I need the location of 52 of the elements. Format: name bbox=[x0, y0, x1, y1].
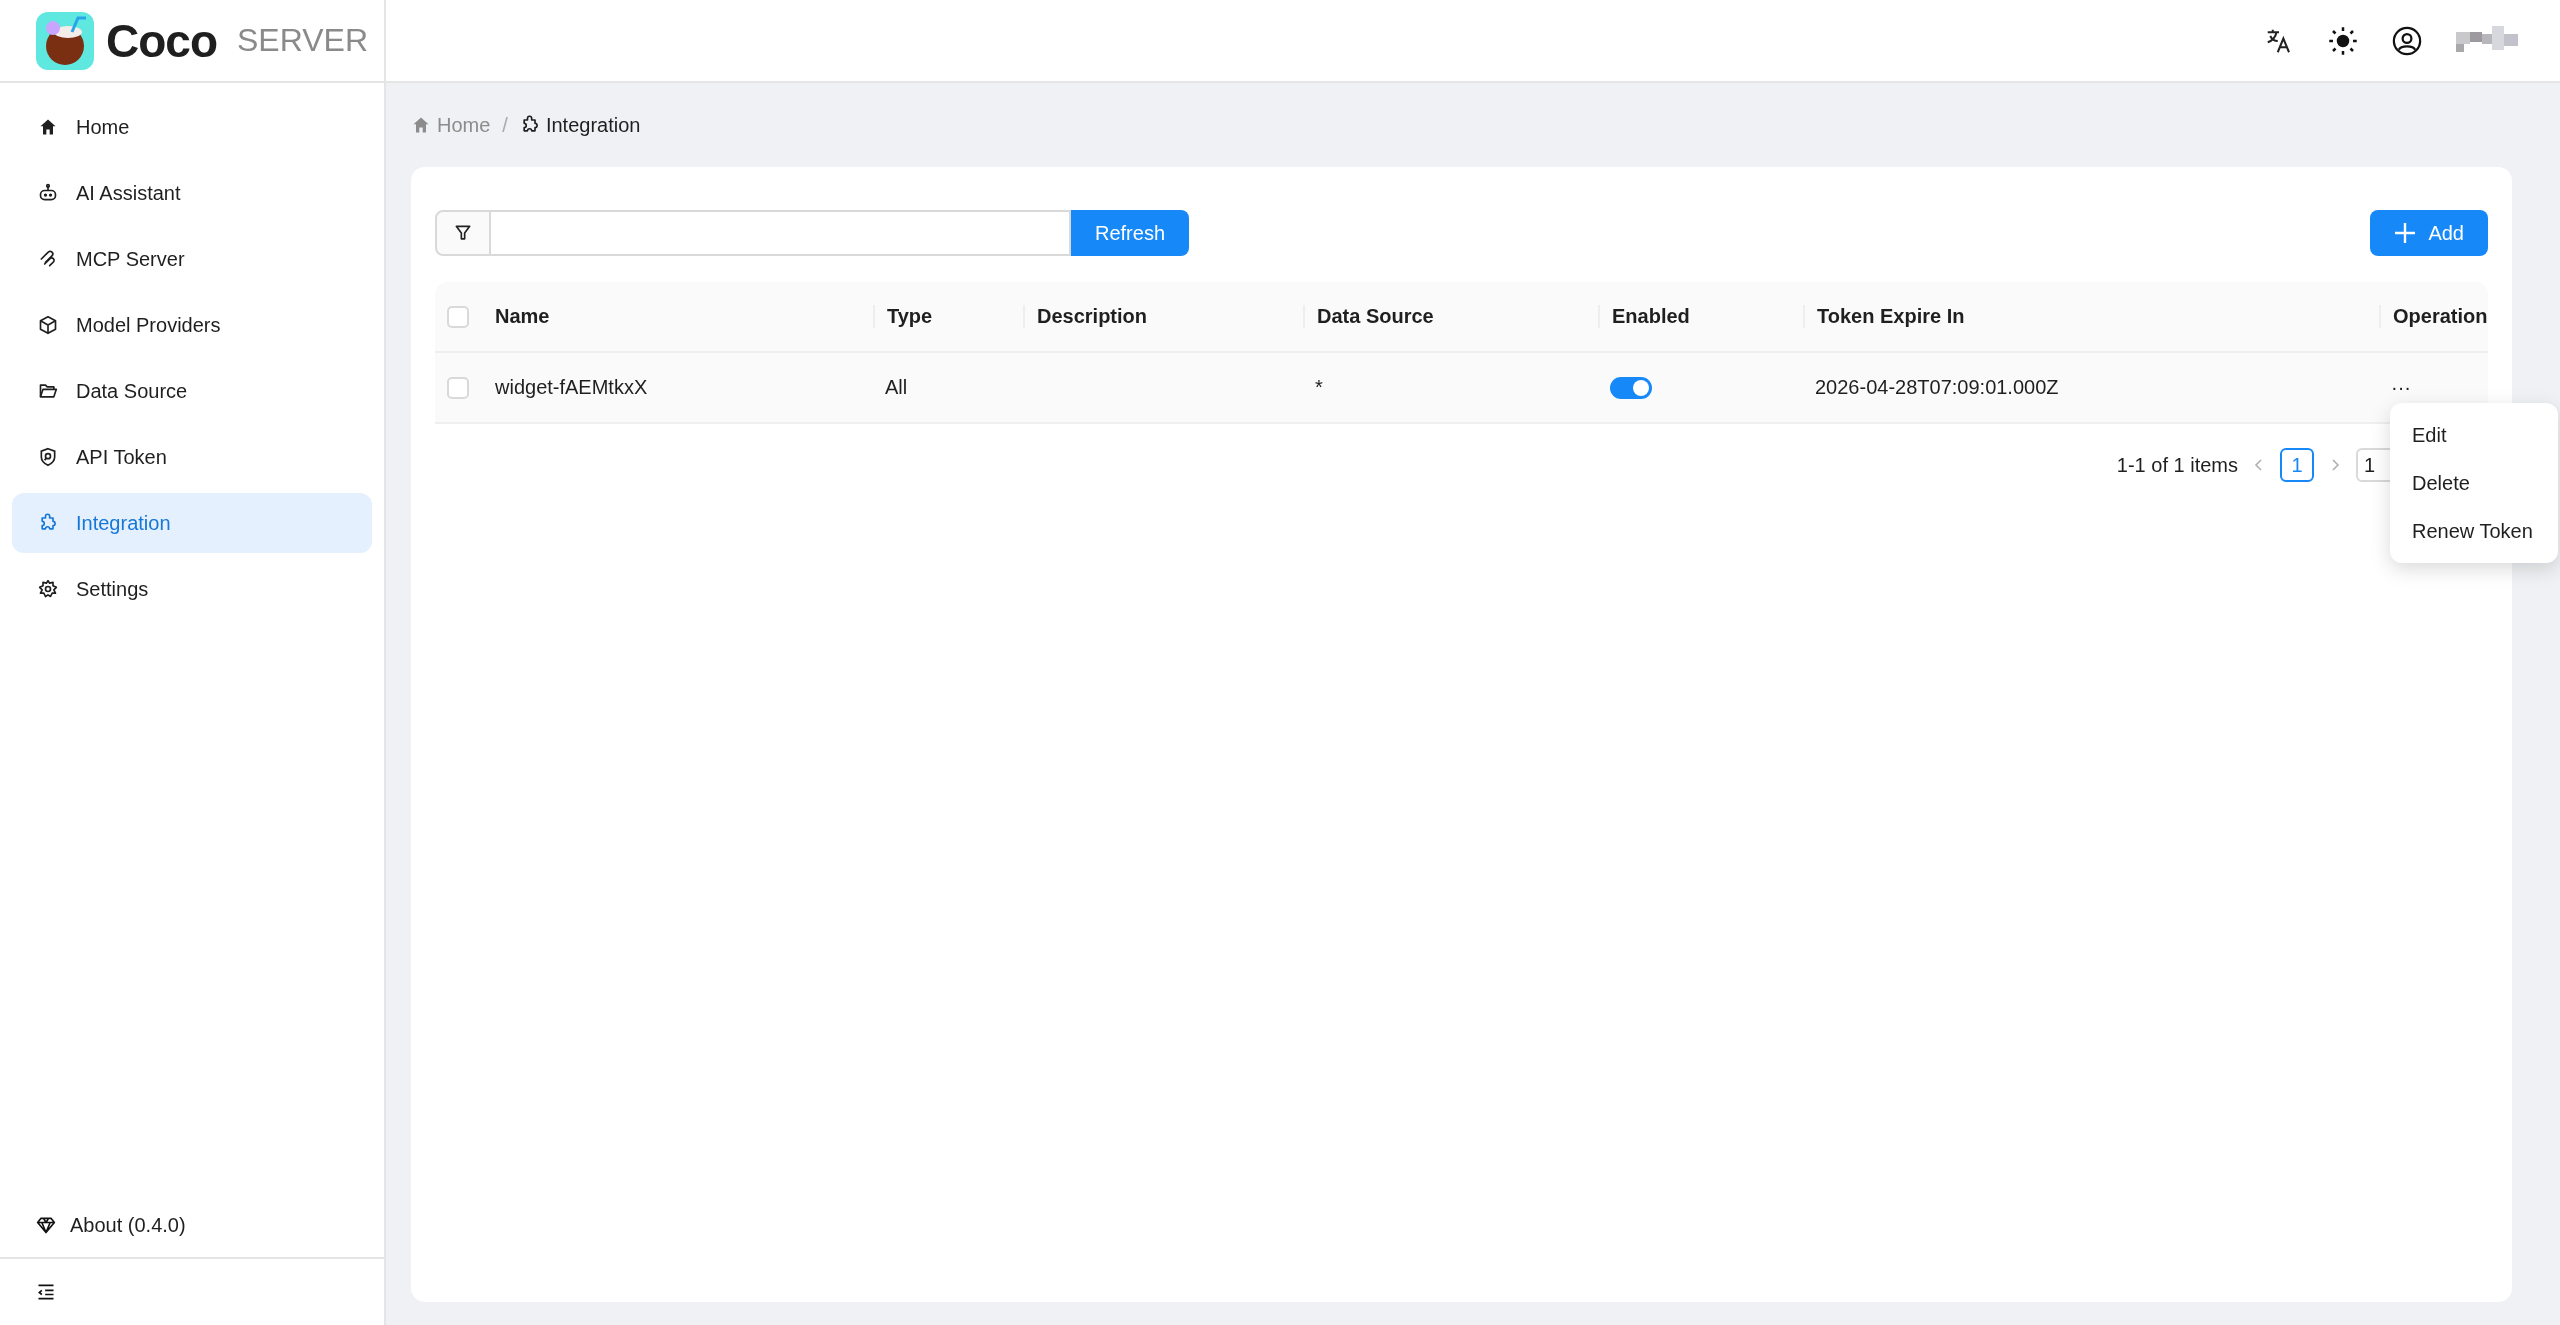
search-field[interactable] bbox=[491, 210, 1071, 256]
column-header: Type bbox=[887, 305, 933, 327]
checkbox[interactable] bbox=[447, 305, 469, 328]
sidebar-item[interactable]: API Token bbox=[12, 427, 372, 487]
menu-item[interactable]: Delete bbox=[2390, 459, 2558, 507]
link-icon bbox=[38, 249, 58, 269]
robot-icon bbox=[38, 183, 58, 203]
filter-button[interactable] bbox=[435, 210, 491, 256]
home-icon bbox=[38, 117, 58, 137]
pagination-summary: 1-1 of 1 items bbox=[2116, 453, 2238, 477]
sidebar-item[interactable]: Home bbox=[12, 97, 372, 157]
column-header: Description bbox=[1037, 305, 1148, 327]
sidebar-item[interactable]: AI Assistant bbox=[12, 163, 372, 223]
add-button[interactable]: Add bbox=[2370, 210, 2488, 256]
shield-icon bbox=[38, 447, 58, 467]
column-header: Token Expire In bbox=[1817, 305, 1965, 327]
settings-icon bbox=[38, 579, 58, 599]
sidebar-item[interactable]: Data Source bbox=[12, 361, 372, 421]
table-cell: 2026-04-28T07:09:01.000Z bbox=[1815, 376, 2059, 398]
diamond-icon bbox=[36, 1215, 56, 1235]
menu-item[interactable]: Edit bbox=[2390, 411, 2558, 459]
coconut-logo bbox=[36, 11, 94, 70]
table-cell: All bbox=[885, 376, 908, 398]
column-header: Operation bbox=[2393, 305, 2488, 327]
table-cell: widget-fAEMtkxX bbox=[495, 376, 648, 398]
page-button[interactable]: 1 bbox=[2280, 448, 2314, 482]
breadcrumb-separator: / bbox=[502, 113, 508, 137]
puzzle-icon bbox=[38, 513, 58, 533]
column-header: Name bbox=[495, 305, 550, 327]
menu-item[interactable]: Renew Token bbox=[2390, 507, 2558, 555]
sidebar-item[interactable]: Settings bbox=[12, 559, 372, 619]
table-cell: * bbox=[1315, 376, 1323, 398]
sidebar-item[interactable]: Integration bbox=[12, 493, 372, 553]
brand-name: Coco bbox=[106, 13, 217, 68]
user-icon[interactable] bbox=[2392, 25, 2422, 56]
sidebar-item[interactable]: Model Providers bbox=[12, 295, 372, 355]
filter-icon bbox=[453, 223, 473, 243]
collapse-icon[interactable] bbox=[36, 1282, 56, 1302]
cube-icon bbox=[38, 315, 58, 335]
brand-suffix: SERVER bbox=[237, 22, 368, 59]
toggle-switch[interactable] bbox=[1610, 376, 1652, 399]
home-icon bbox=[411, 115, 431, 135]
refresh-button[interactable]: Refresh bbox=[1071, 210, 1190, 256]
column-header: Data Source bbox=[1317, 305, 1434, 327]
plus-icon bbox=[2394, 222, 2417, 244]
checkbox[interactable] bbox=[447, 376, 469, 399]
more-button[interactable]: ··· bbox=[2391, 376, 2411, 398]
about-link[interactable]: About (0.4.0) bbox=[70, 1213, 186, 1237]
sidebar-item[interactable]: MCP Server bbox=[12, 229, 372, 289]
column-header: Enabled bbox=[1612, 305, 1690, 327]
sun-icon[interactable] bbox=[2328, 25, 2358, 56]
folder-icon bbox=[38, 381, 58, 401]
